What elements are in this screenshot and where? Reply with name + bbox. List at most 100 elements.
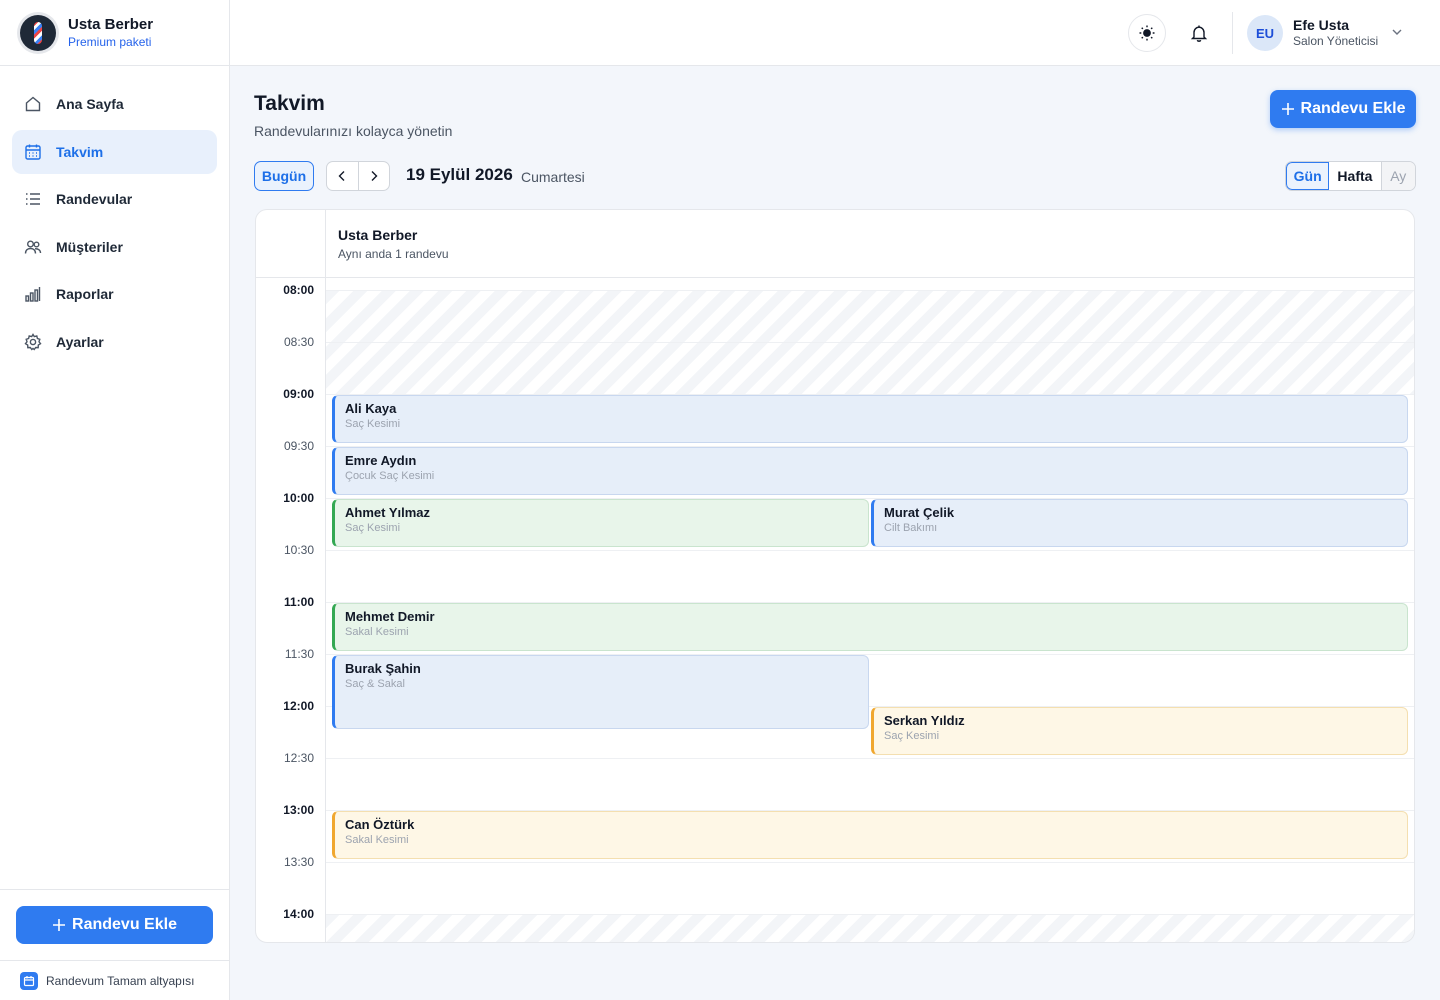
time-slot-label: 09:00 <box>283 387 314 401</box>
appointment-card[interactable]: Ali Kaya Saç Kesimi <box>332 395 1408 443</box>
chevron-right-icon <box>371 171 378 181</box>
notifications-button[interactable] <box>1180 14 1218 52</box>
appointment-card[interactable]: Burak Şahin Saç & Sakal <box>332 655 869 729</box>
sidebar-item-reports[interactable]: Raporlar <box>12 272 217 316</box>
appointment-customer: Mehmet Demir <box>345 609 435 624</box>
users-icon <box>24 238 42 256</box>
home-icon <box>24 95 42 113</box>
sidebar-add-appointment-label: Randevu Ekle <box>72 916 177 933</box>
sidebar-item-customers[interactable]: Müşteriler <box>12 225 217 269</box>
appointment-customer: Burak Şahin <box>345 661 421 676</box>
sidebar-footer: Randevum Tamam altyapısı <box>0 960 229 1000</box>
topbar-divider <box>1232 12 1233 54</box>
appointment-customer: Ali Kaya <box>345 401 397 416</box>
time-slot-label: 11:00 <box>283 595 314 609</box>
appointment-service: Sakal Kesimi <box>345 834 409 846</box>
appointment-service: Cilt Bakımı <box>884 522 938 534</box>
staff-name: Usta Berber <box>338 227 418 243</box>
add-appointment-button[interactable]: Randevu Ekle <box>1270 90 1416 128</box>
appointment-service: Saç & Sakal <box>345 678 405 690</box>
barber-pole-logo-icon <box>20 14 56 51</box>
appointment-customer: Serkan Yıldız <box>884 713 965 728</box>
sidebar-item-settings[interactable]: Ayarlar <box>12 320 217 364</box>
sidebar-footer-text: Randevum Tamam altyapısı <box>46 973 195 988</box>
plus-icon <box>1281 103 1294 115</box>
appointment-customer: Can Öztürk <box>345 817 415 832</box>
appointment-card[interactable]: Can Öztürk Sakal Kesimi <box>332 811 1408 859</box>
user-role: Salon Yöneticisi <box>1293 34 1379 48</box>
unavailable-block <box>326 914 1414 942</box>
page-subtitle: Randevularınızı kolayca yönetin <box>254 123 453 139</box>
today-button[interactable]: Bugün <box>254 161 314 191</box>
appointment-customer: Emre Aydın <box>345 453 417 468</box>
sidebar: Usta Berber Premium paketi Ana Sayfa Tak… <box>0 0 230 1000</box>
appointment-service: Saç Kesimi <box>345 418 401 430</box>
sidebar-item-calendar[interactable]: Takvim <box>12 129 217 174</box>
time-slot-label: 11:30 <box>284 647 314 661</box>
view-day-button[interactable]: Gün <box>1286 162 1330 190</box>
time-slot-label: 14:00 <box>283 907 314 921</box>
slot-gridline <box>326 290 1414 291</box>
chart-icon <box>24 285 42 303</box>
view-week-button[interactable]: Hafta <box>1329 162 1382 190</box>
current-date: 19 Eylül 2026 <box>406 165 513 184</box>
appointment-service: Saç Kesimi <box>345 522 401 534</box>
appointment-service: Çocuk Saç Kesimi <box>345 470 435 482</box>
view-month-button[interactable]: Ay <box>1381 162 1415 190</box>
previous-day-button[interactable] <box>327 162 359 190</box>
brand[interactable]: Usta Berber Premium paketi <box>0 0 229 66</box>
calendar-header: Usta Berber Aynı anda 1 randevu <box>256 210 1414 278</box>
avatar[interactable]: EU <box>1247 15 1283 51</box>
sidebar-item-label: Ayarlar <box>56 333 104 350</box>
list-icon <box>24 190 42 208</box>
slot-gridline <box>326 342 1414 343</box>
sidebar-item-label: Raporlar <box>56 286 114 302</box>
sidebar-item-label: Ana Sayfa <box>56 96 124 112</box>
current-weekday: Cumartesi <box>521 169 585 185</box>
chevron-left-icon <box>338 171 345 181</box>
sidebar-item-label: Takvim <box>56 143 104 160</box>
theme-toggle-button[interactable] <box>1128 14 1166 52</box>
sidebar-bottom: Randevu Ekle Randevum Tamam altyapısı <box>0 889 229 1000</box>
appointment-card[interactable]: Mehmet Demir Sakal Kesimi <box>332 603 1408 651</box>
time-slot-label: 12:30 <box>283 751 314 765</box>
appointment-service: Saç Kesimi <box>884 730 940 742</box>
time-slot-label: 10:30 <box>283 543 314 557</box>
next-day-button[interactable] <box>359 162 390 190</box>
calendar-icon <box>24 143 42 161</box>
appointment-card[interactable]: Emre Aydın Çocuk Saç Kesimi <box>332 447 1408 495</box>
time-slot-label: 12:00 <box>283 699 314 713</box>
appointment-card[interactable]: Ahmet Yılmaz Saç Kesimi <box>332 499 869 547</box>
staff-capacity: Aynı anda 1 randevu <box>338 247 449 261</box>
sidebar-item-appointments[interactable]: Randevular <box>12 177 217 221</box>
date-navigation <box>326 161 390 191</box>
time-slot-label: 13:00 <box>283 803 314 817</box>
user-name[interactable]: Efe Usta <box>1293 17 1349 33</box>
calendar-badge-icon <box>20 971 38 990</box>
plus-icon <box>53 919 66 931</box>
bell-icon <box>1190 25 1208 42</box>
brand-plan: Premium paketi <box>68 35 152 49</box>
time-slot-label: 13:30 <box>283 855 314 869</box>
slot-gridline <box>326 914 1414 915</box>
sidebar-item-home[interactable]: Ana Sayfa <box>12 82 217 126</box>
brand-name: Usta Berber <box>68 16 154 33</box>
appointment-service: Sakal Kesimi <box>345 626 409 638</box>
sidebar-add-appointment-button[interactable]: Randevu Ekle <box>16 906 213 944</box>
sidebar-nav: Ana Sayfa Takvim Randevular Müşteriler R… <box>0 66 229 383</box>
appointment-card[interactable]: Murat Çelik Cilt Bakımı <box>871 499 1408 547</box>
page-title: Takvim <box>254 92 325 115</box>
appointment-card[interactable]: Serkan Yıldız Saç Kesimi <box>871 707 1408 755</box>
appointment-customer: Murat Çelik <box>884 505 955 520</box>
add-appointment-label: Randevu Ekle <box>1300 100 1406 117</box>
view-toggle: Gün Hafta Ay <box>1285 161 1416 191</box>
slot-gridline <box>326 550 1414 551</box>
slot-gridline <box>326 862 1414 863</box>
chevron-down-icon[interactable] <box>1390 25 1404 44</box>
calendar-card: Usta Berber Aynı anda 1 randevu 08:00 08:… <box>255 209 1415 943</box>
sidebar-item-label: Müşteriler <box>56 238 123 255</box>
time-slot-label: 10:00 <box>283 491 314 505</box>
time-slot-label: 08:30 <box>283 335 314 349</box>
topbar: EU Efe Usta Salon Yöneticisi <box>230 0 1440 66</box>
slot-gridline <box>326 758 1414 759</box>
